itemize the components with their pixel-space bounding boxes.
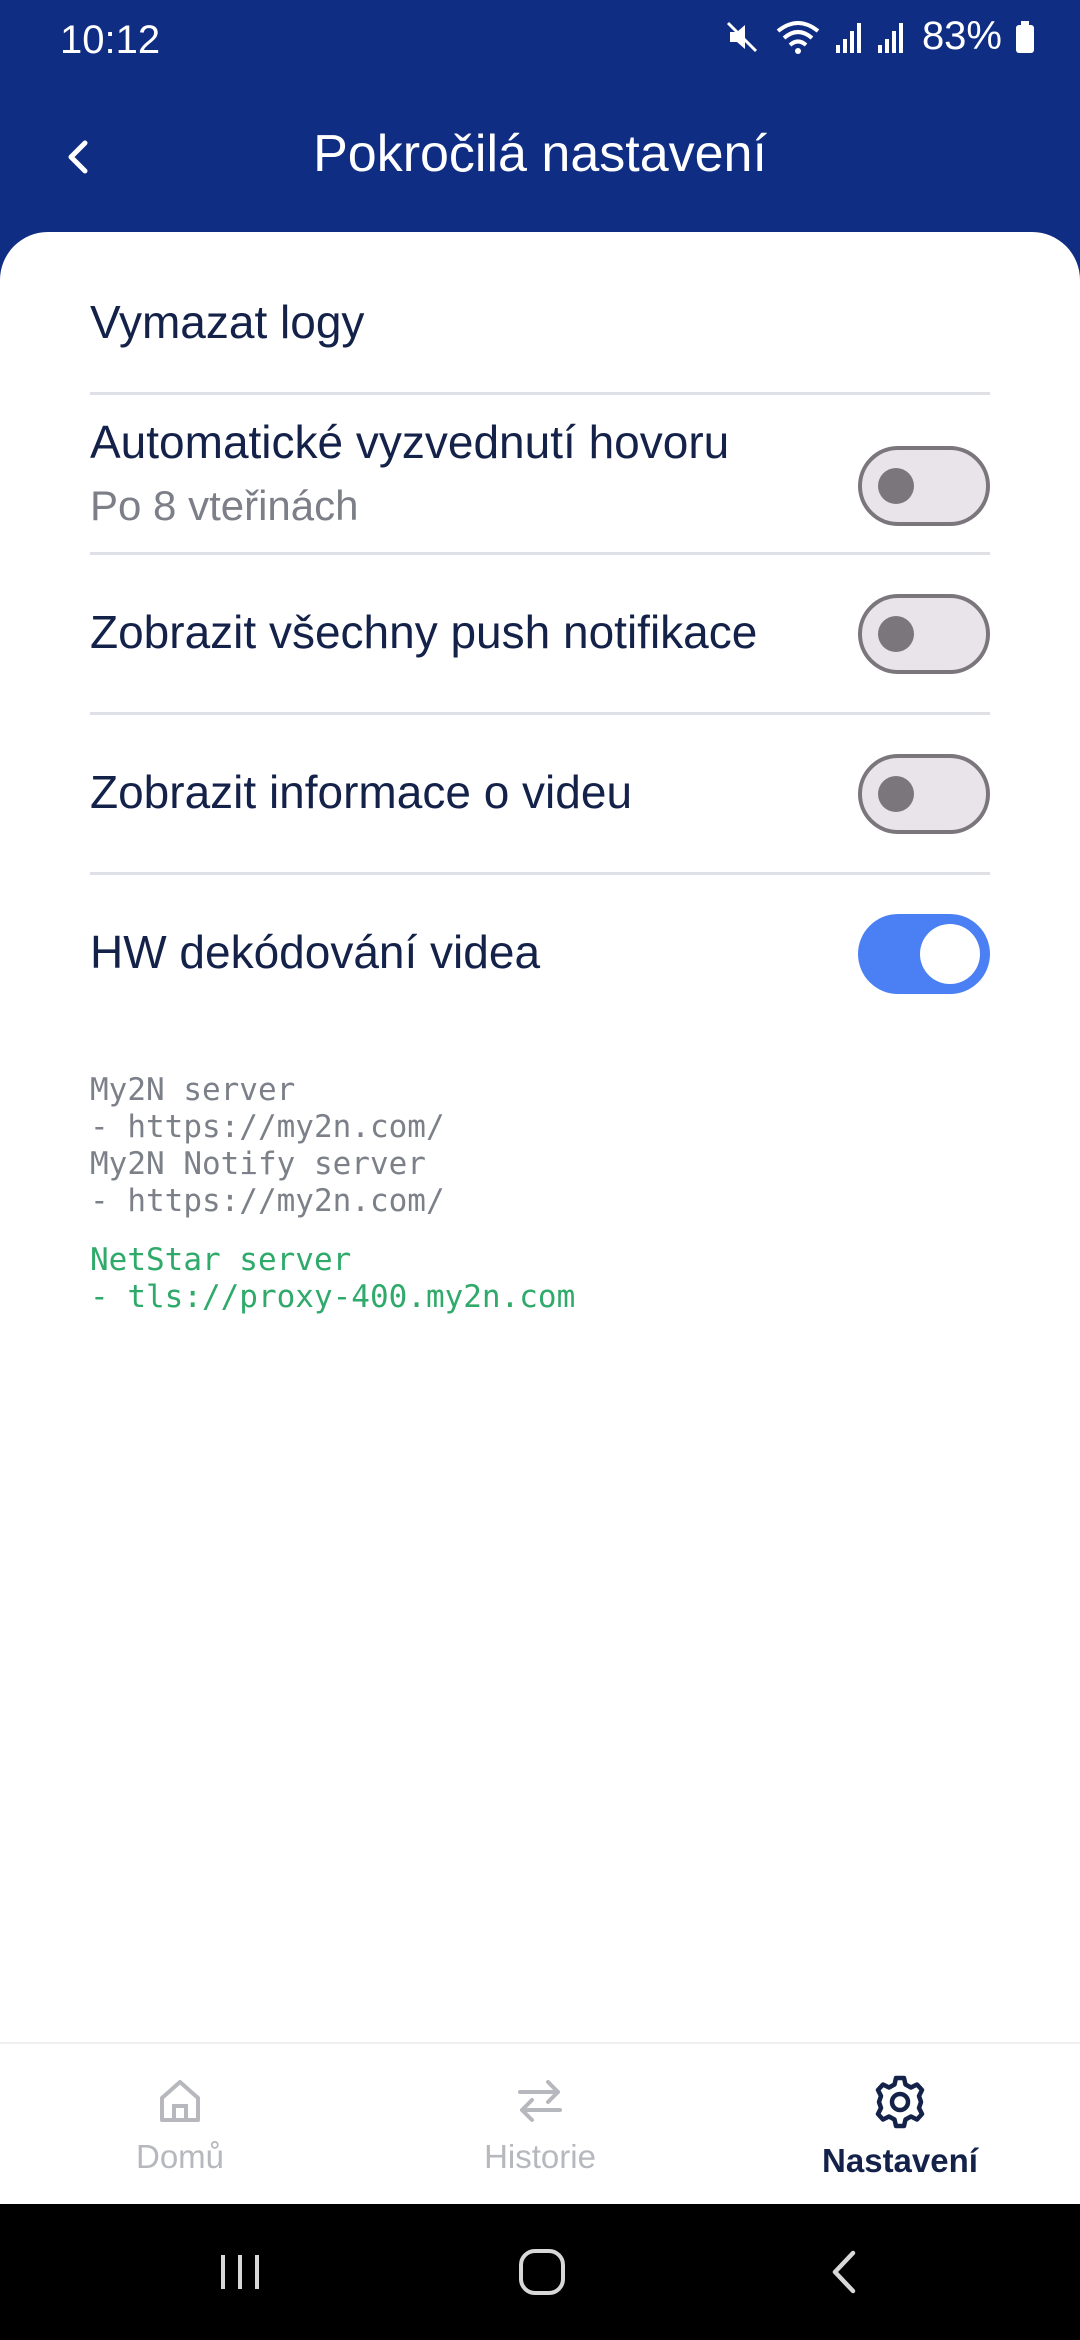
battery-icon: [1014, 17, 1036, 57]
hw-decoding-item[interactable]: HW dekódování videa: [90, 874, 990, 1032]
battery-percent: 83%: [921, 14, 1002, 58]
status-time: 10:12: [60, 18, 161, 62]
page-title: Pokročilá nastavení: [313, 125, 767, 183]
home-icon: [160, 2080, 200, 2122]
video-info-label: Zobrazit informace o videu: [90, 766, 633, 818]
nav-label-settings: Nastavení: [822, 2142, 978, 2179]
mute-icon: [722, 17, 762, 57]
my2n-server-url: - https://my2n.com/: [90, 1109, 445, 1145]
divider: [90, 392, 990, 395]
back-system-button[interactable]: [816, 2242, 876, 2302]
system-navigation-bar: [0, 2204, 1080, 2340]
recents-button[interactable]: [210, 2242, 270, 2302]
nav-item-history[interactable]: Historie: [360, 2044, 720, 2206]
hw-decoding-toggle[interactable]: [858, 914, 990, 994]
app-header: Pokročilá nastavení: [0, 80, 1080, 232]
server-info: My2N server - https://my2n.com/ My2N Not…: [90, 1072, 575, 1316]
signal-icon: [834, 17, 864, 57]
my2n-notify-server-url: - https://my2n.com/: [90, 1183, 445, 1219]
nav-label-home: Domů: [135, 2138, 225, 2175]
nav-label-history: Historie: [484, 2138, 596, 2175]
back-icon: [832, 2250, 856, 2294]
auto-answer-item[interactable]: Automatické vyzvednutí hovoru Po 8 vteři…: [90, 414, 990, 564]
auto-answer-toggle[interactable]: [858, 446, 990, 526]
signal-icon: [876, 17, 906, 57]
auto-answer-subtitle: Po 8 vteřinách: [90, 482, 359, 529]
status-icons: 83%: [722, 14, 1036, 59]
nav-item-home[interactable]: Domů: [0, 2044, 360, 2206]
recents-icon: [221, 2255, 259, 2289]
netstar-server-url: - tls://proxy-400.my2n.com: [90, 1279, 576, 1315]
my2n-notify-server-label: My2N Notify server: [90, 1146, 426, 1182]
nav-item-settings[interactable]: Nastavení: [720, 2044, 1080, 2206]
push-notifications-toggle[interactable]: [858, 594, 990, 674]
hw-decoding-label: HW dekódování videa: [90, 926, 541, 978]
auto-answer-label: Automatické vyzvednutí hovoru: [90, 416, 730, 468]
netstar-server-label: NetStar server: [90, 1242, 352, 1278]
wifi-icon: [774, 17, 822, 57]
video-info-toggle[interactable]: [858, 754, 990, 834]
push-notifications-label: Zobrazit všechny push notifikace: [90, 606, 758, 658]
swap-arrows-icon: [518, 2080, 562, 2122]
home-circle-icon: [519, 2249, 565, 2295]
clear-logs-label: Vymazat logy: [90, 296, 365, 348]
clear-logs-item[interactable]: Vymazat logy: [90, 294, 990, 350]
push-notifications-item[interactable]: Zobrazit všechny push notifikace: [90, 554, 990, 712]
my2n-server-label: My2N server: [90, 1072, 296, 1108]
bottom-navigation: Domů Historie Nastavení: [0, 2042, 1080, 2204]
video-info-item[interactable]: Zobrazit informace o videu: [90, 714, 990, 872]
gear-icon: [875, 2075, 925, 2129]
home-system-button[interactable]: [512, 2242, 572, 2302]
status-bar: 10:12 83%: [0, 0, 1080, 80]
settings-content: Vymazat logy Automatické vyzvednutí hovo…: [0, 232, 1080, 2042]
